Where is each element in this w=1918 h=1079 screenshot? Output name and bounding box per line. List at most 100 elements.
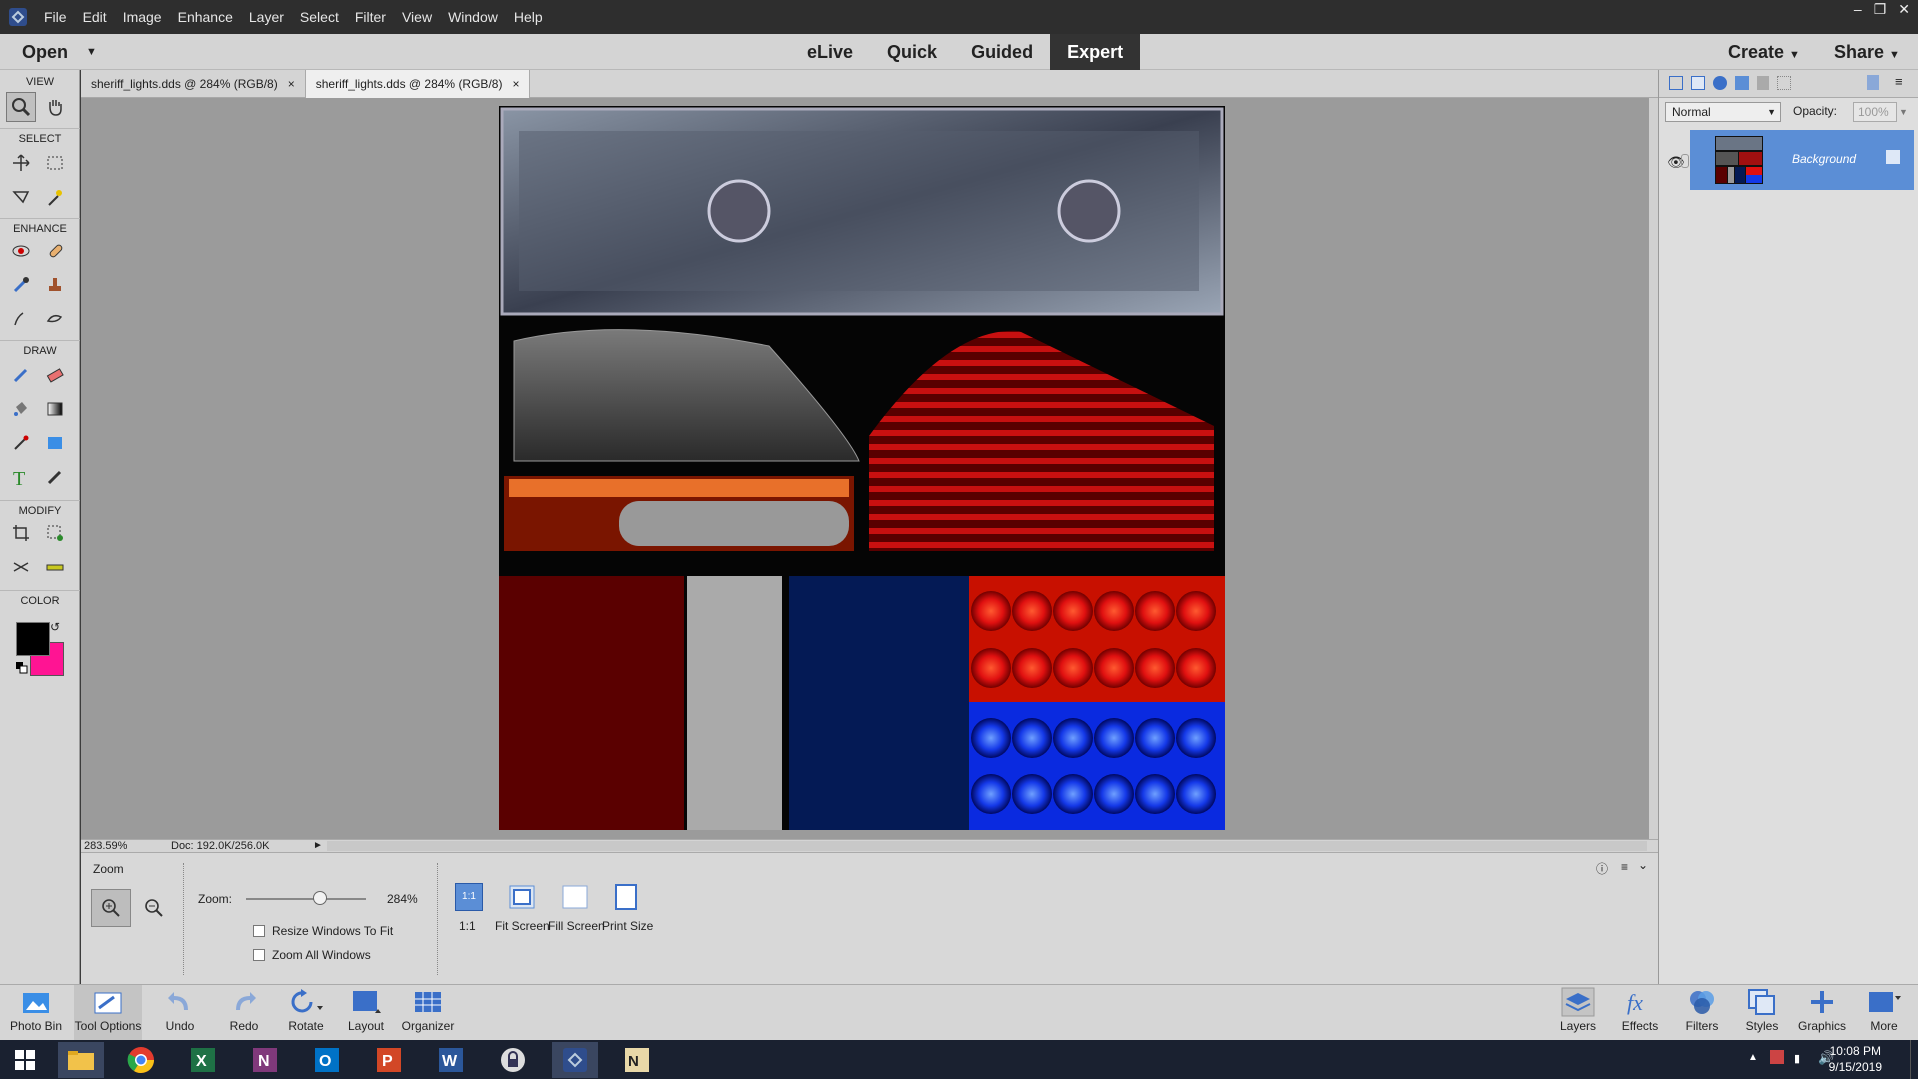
mode-elive[interactable]: eLive: [790, 34, 870, 70]
help-icon[interactable]: ⓘ: [1596, 860, 1608, 877]
adjustment-layer-icon[interactable]: [1713, 76, 1727, 90]
vertical-scrollbar[interactable]: [1649, 98, 1658, 839]
filters-button[interactable]: Filters: [1668, 985, 1736, 1041]
resize-windows-checkbox[interactable]: [253, 925, 265, 937]
blur-tool-icon[interactable]: [6, 304, 36, 334]
red-eye-icon[interactable]: [6, 236, 36, 266]
excel-icon[interactable]: X: [180, 1042, 226, 1078]
print-size-label[interactable]: Print Size: [602, 919, 653, 933]
chevron-down-icon[interactable]: ▼: [1899, 102, 1913, 122]
close-tab-icon[interactable]: ×: [288, 77, 295, 91]
zoom-tool-icon[interactable]: [6, 92, 36, 122]
chevron-right-icon[interactable]: ►: [313, 840, 323, 851]
menu-help[interactable]: Help: [506, 9, 551, 25]
menu-icon[interactable]: ≡: [1621, 860, 1628, 874]
outlook-icon[interactable]: O: [304, 1042, 350, 1078]
fit-screen-icon[interactable]: [507, 883, 537, 911]
organizer-button[interactable]: Organizer: [394, 985, 462, 1041]
move-tool-icon[interactable]: [6, 148, 36, 178]
layer-row-background[interactable]: Background: [1690, 130, 1914, 190]
print-size-icon[interactable]: [611, 883, 641, 911]
menu-file[interactable]: File: [36, 9, 75, 25]
pencil-tool-icon[interactable]: [40, 462, 70, 492]
menu-window[interactable]: Window: [440, 9, 506, 25]
create-button[interactable]: Create ▼: [1728, 42, 1800, 63]
undo-button[interactable]: Undo: [146, 985, 214, 1041]
hand-tool-icon[interactable]: [40, 92, 70, 122]
eraser-icon[interactable]: [40, 360, 70, 390]
zoom-in-icon[interactable]: [91, 889, 131, 927]
menu-view[interactable]: View: [394, 9, 440, 25]
foreground-color-swatch[interactable]: [16, 622, 50, 656]
delete-layer-icon[interactable]: [1867, 75, 1879, 90]
layers-button[interactable]: Layers: [1544, 985, 1612, 1041]
zoom-slider-thumb[interactable]: [313, 891, 328, 905]
menu-enhance[interactable]: Enhance: [170, 9, 241, 25]
document-image[interactable]: [499, 106, 1225, 830]
mode-guided[interactable]: Guided: [954, 34, 1050, 70]
healing-brush-icon[interactable]: [40, 236, 70, 266]
mode-quick[interactable]: Quick: [870, 34, 954, 70]
shape-tool-icon[interactable]: [40, 428, 70, 458]
document-tab-active[interactable]: sheriff_lights.dds @ 284% (RGB/8) ×: [305, 70, 531, 98]
close-icon[interactable]: ✕: [1898, 0, 1910, 18]
redo-button[interactable]: Redo: [210, 985, 278, 1041]
chevron-down-icon[interactable]: ▼: [86, 46, 97, 58]
paint-bucket-icon[interactable]: [6, 394, 36, 424]
magic-wand-icon[interactable]: [40, 182, 70, 212]
one-to-one-icon[interactable]: 1:1: [455, 883, 483, 911]
clone-stamp-icon[interactable]: [40, 270, 70, 300]
sponge-tool-icon[interactable]: [40, 304, 70, 334]
menu-layer[interactable]: Layer: [241, 9, 292, 25]
marquee-tool-icon[interactable]: [40, 148, 70, 178]
type-tool-icon[interactable]: T: [6, 462, 36, 492]
fill-screen-icon[interactable]: [560, 883, 590, 911]
menu-image[interactable]: Image: [115, 9, 170, 25]
windows-start-icon[interactable]: [2, 1042, 48, 1078]
menu-select[interactable]: Select: [292, 9, 347, 25]
effects-button[interactable]: fx Effects: [1606, 985, 1674, 1041]
mode-expert[interactable]: Expert: [1050, 34, 1141, 70]
opacity-field[interactable]: 100%: [1853, 102, 1897, 122]
lock-transparency-icon[interactable]: [1777, 76, 1791, 90]
swap-colors-icon[interactable]: ↺: [50, 620, 60, 634]
close-tab-icon[interactable]: ×: [512, 77, 519, 91]
fill-screen-label[interactable]: Fill Screen: [548, 919, 605, 933]
file-explorer-icon[interactable]: [58, 1042, 104, 1078]
link-icon[interactable]: [1681, 154, 1689, 168]
open-button[interactable]: Open: [22, 42, 68, 63]
network-icon[interactable]: ▮: [1794, 1052, 1800, 1065]
blend-mode-select[interactable]: Normal ▼: [1665, 102, 1781, 122]
fit-screen-label[interactable]: Fit Screen: [495, 919, 550, 933]
graphics-button[interactable]: Graphics: [1788, 985, 1856, 1041]
onenote-icon[interactable]: N: [242, 1042, 288, 1078]
styles-button[interactable]: Styles: [1728, 985, 1796, 1041]
straighten-tool-icon[interactable]: [40, 552, 70, 582]
photoshop-elements-icon[interactable]: [552, 1042, 598, 1078]
photo-bin-button[interactable]: Photo Bin: [2, 985, 70, 1041]
new-layer-icon[interactable]: [1669, 76, 1683, 90]
crop-tool-icon[interactable]: [6, 518, 36, 548]
horizontal-scrollbar[interactable]: [327, 841, 1647, 851]
restore-icon[interactable]: ❐: [1874, 0, 1887, 18]
tool-options-button[interactable]: Tool Options: [74, 985, 142, 1041]
nvidia-inspector-icon[interactable]: N: [614, 1042, 660, 1078]
system-clock[interactable]: 10:08 PM 9/15/2019: [1829, 1043, 1882, 1075]
gradient-tool-icon[interactable]: [40, 394, 70, 424]
tray-chevron-icon[interactable]: ▲: [1748, 1052, 1758, 1063]
zoom-slider[interactable]: [246, 898, 366, 900]
powerpoint-icon[interactable]: P: [366, 1042, 412, 1078]
panel-menu-icon[interactable]: ≡: [1895, 74, 1903, 89]
show-desktop-button[interactable]: [1910, 1040, 1916, 1079]
word-icon[interactable]: W: [428, 1042, 474, 1078]
zoom-all-checkbox[interactable]: [253, 949, 265, 961]
keepass-lock-icon[interactable]: [490, 1042, 536, 1078]
default-colors-icon[interactable]: [16, 662, 28, 674]
minimize-icon[interactable]: –: [1854, 0, 1862, 18]
eyedropper-icon[interactable]: [6, 428, 36, 458]
menu-edit[interactable]: Edit: [75, 9, 115, 25]
canvas-area[interactable]: [81, 98, 1649, 839]
recompose-tool-icon[interactable]: [40, 518, 70, 548]
lock-icon[interactable]: [1757, 76, 1769, 90]
brush-tool-icon[interactable]: [6, 360, 36, 390]
